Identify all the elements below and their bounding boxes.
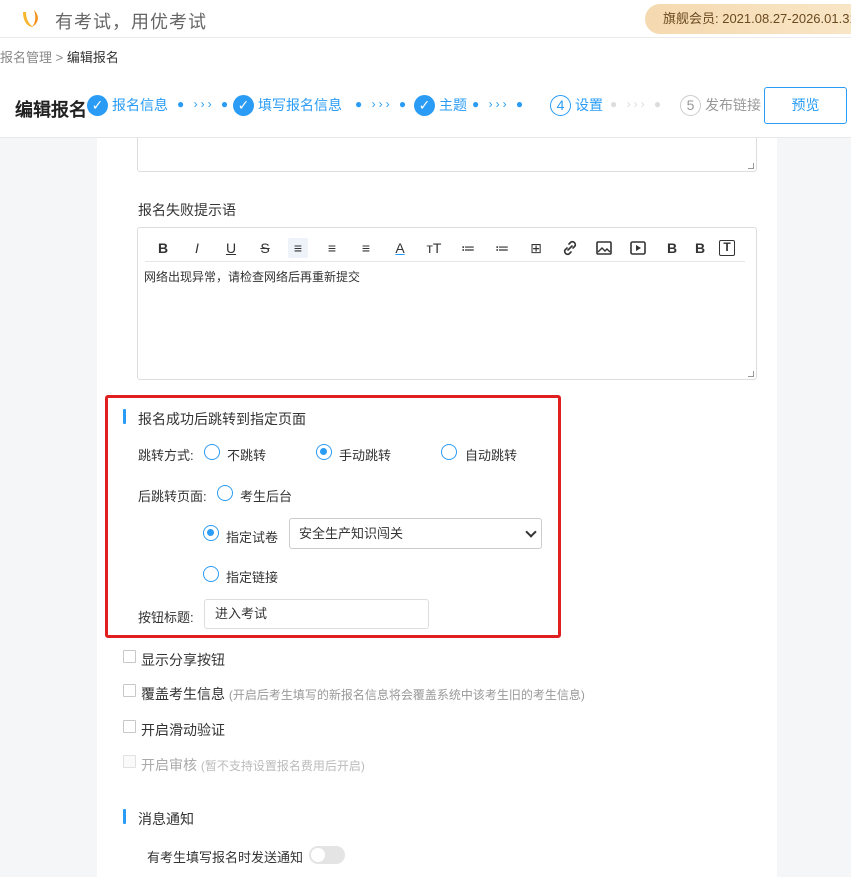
font-size-icon[interactable]: тТ [424, 238, 444, 258]
breadcrumb: 报名管理 > 编辑报名 [0, 47, 119, 66]
step-4[interactable]: 4 设置 [550, 93, 603, 117]
align-center-icon[interactable]: ≡ [322, 238, 342, 258]
radio-label[interactable]: 不跳转 [227, 445, 266, 464]
page-header: 编辑报名 ✓ 报名信息 ● ››› ● ✓ 填写报名信息 ● ››› ● ✓ 主… [0, 73, 851, 138]
editor-toolbar: B I U S ≡ ≡ ≡ A тТ ≔ ≔ ⊞ B B T [145, 234, 745, 262]
resize-handle-icon[interactable] [748, 163, 754, 169]
check-icon: ✓ [414, 94, 435, 116]
table-icon[interactable]: ⊞ [526, 238, 546, 258]
step-number: 4 [550, 94, 571, 116]
previous-editor-bottom[interactable] [137, 138, 757, 172]
superscript-icon[interactable]: B [662, 238, 682, 258]
fail-tip-label: 报名失败提示语 [138, 202, 236, 218]
notify-section-title: 消息通知 [138, 811, 194, 827]
notify-toggle-label: 有考生填写报名时发送通知 [147, 850, 304, 865]
preview-button[interactable]: 预览 [764, 87, 847, 124]
radio-specific-exam[interactable] [203, 525, 219, 541]
fail-tip-editor[interactable]: B I U S ≡ ≡ ≡ A тТ ≔ ≔ ⊞ B B T 网络出现异常，请检… [137, 227, 757, 380]
clear-format-icon[interactable]: T [719, 240, 735, 256]
button-title-label: 按钮标题: [138, 610, 194, 625]
bold-icon[interactable]: B [153, 238, 173, 258]
breadcrumb-parent-link[interactable]: 报名管理 [0, 50, 52, 65]
notify-toggle[interactable] [309, 846, 345, 864]
overwrite-info-label[interactable]: 覆盖考生信息 [141, 686, 225, 702]
membership-badge[interactable]: 旗舰会员: 2021.08.27-2026.01.31 [645, 4, 851, 34]
section-marker [123, 409, 126, 424]
exam-select[interactable]: 安全生产知识闯关 [289, 518, 542, 549]
underline-icon[interactable]: U [221, 238, 241, 258]
step-label: 发布链接 [705, 97, 761, 113]
strikethrough-icon[interactable]: S [255, 238, 275, 258]
breadcrumb-separator: > [52, 50, 67, 65]
step-connector: ● ››› ● [177, 97, 232, 111]
radio-label[interactable]: 自动跳转 [465, 445, 517, 464]
align-right-icon[interactable]: ≡ [356, 238, 376, 258]
radio-label[interactable]: 指定试卷 [226, 527, 278, 546]
step-number: 5 [680, 94, 701, 116]
radio-no-redirect[interactable] [204, 444, 220, 460]
step-5[interactable]: 5 发布链接 [680, 93, 761, 117]
check-icon: ✓ [87, 94, 108, 116]
link-icon[interactable] [560, 238, 580, 258]
redirect-mode-label: 跳转方式: [138, 448, 194, 463]
radio-label[interactable]: 考生后台 [240, 486, 292, 505]
review-checkbox [123, 755, 136, 768]
overwrite-info-checkbox[interactable] [123, 684, 136, 697]
redirect-section-title: 报名成功后跳转到指定页面 [138, 411, 306, 427]
italic-icon[interactable]: I [187, 238, 207, 258]
top-bar: 有考试，用优考试 旗舰会员: 2021.08.27-2026.01.31 [0, 0, 851, 38]
radio-manual-redirect[interactable] [316, 444, 332, 460]
overwrite-info-note: (开启后考生填写的新报名信息将会覆盖系统中该考生旧的考生信息) [228, 688, 585, 702]
step-label: 填写报名信息 [258, 97, 342, 113]
slide-verify-checkbox[interactable] [123, 720, 136, 733]
review-note: (暂不支持设置报名费用后开启) [200, 759, 365, 773]
check-icon: ✓ [233, 94, 254, 116]
section-marker [123, 809, 126, 824]
step-label: 设置 [575, 97, 603, 113]
ordered-list-icon[interactable]: ≔ [458, 238, 478, 258]
app-logo-icon [23, 10, 38, 27]
step-connector: ● ››› ● [472, 97, 527, 111]
chevron-down-icon [525, 526, 537, 538]
radio-student-portal[interactable] [217, 485, 233, 501]
app-slogan: 有考试，用优考试 [55, 12, 207, 32]
radio-specific-link[interactable] [203, 566, 219, 582]
share-button-label[interactable]: 显示分享按钮 [141, 650, 225, 670]
bullet-list-icon[interactable]: ≔ [492, 238, 512, 258]
image-icon[interactable] [594, 238, 614, 258]
step-2[interactable]: ✓ 填写报名信息 [233, 93, 342, 117]
slide-verify-label[interactable]: 开启滑动验证 [141, 720, 225, 740]
font-color-icon[interactable]: A [390, 238, 410, 258]
align-left-icon[interactable]: ≡ [288, 238, 308, 258]
redirect-page-label: 后跳转页面: [138, 489, 207, 504]
radio-auto-redirect[interactable] [441, 444, 457, 460]
resize-handle-icon[interactable] [748, 371, 754, 377]
right-gutter [777, 138, 851, 877]
breadcrumb-current: 编辑报名 [66, 50, 119, 65]
overwrite-info-row[interactable]: 覆盖考生信息 (开启后考生填写的新报名信息将会覆盖系统中该考生旧的考生信息) [141, 684, 585, 704]
share-button-checkbox[interactable] [123, 650, 136, 663]
review-row: 开启审核 (暂不支持设置报名费用后开启) [141, 755, 365, 775]
radio-label[interactable]: 指定链接 [226, 567, 278, 586]
step-label: 主题 [439, 97, 467, 113]
exam-select-value: 安全生产知识闯关 [299, 526, 404, 541]
step-connector: ● ››› ● [610, 97, 665, 111]
button-title-input[interactable]: 进入考试 [204, 599, 429, 629]
page-title: 编辑报名 [15, 100, 87, 120]
step-connector: ● ››› ● [355, 97, 410, 111]
video-icon[interactable] [628, 238, 648, 258]
step-label: 报名信息 [112, 97, 168, 113]
left-gutter [0, 138, 97, 877]
step-1[interactable]: ✓ 报名信息 [87, 93, 168, 117]
step-3[interactable]: ✓ 主题 [414, 93, 467, 117]
fail-tip-content[interactable]: 网络出现异常，请检查网络后再重新提交 [144, 268, 360, 285]
review-label: 开启审核 [141, 757, 197, 773]
radio-label[interactable]: 手动跳转 [339, 445, 391, 464]
subscript-icon[interactable]: B [690, 238, 710, 258]
